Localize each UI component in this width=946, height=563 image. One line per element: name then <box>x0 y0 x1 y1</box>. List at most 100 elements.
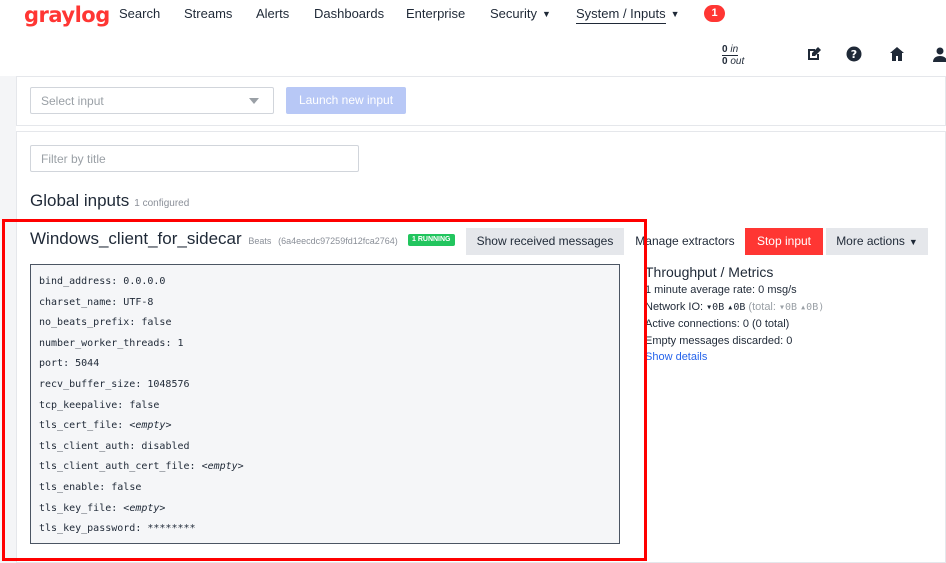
stop-input-button[interactable]: Stop input <box>745 228 823 255</box>
notification-badge[interactable]: 1 <box>704 5 725 22</box>
empty-discarded-value: 0 <box>786 334 793 347</box>
edit-icon[interactable] <box>806 46 822 62</box>
active-connections-label: Active connections: <box>645 318 740 330</box>
running-status-badge: 1 RUNNING <box>408 234 455 246</box>
global-inputs-heading: Global inputs 1 configured <box>30 191 189 211</box>
throughput-metrics: Throughput / Metrics 1 minute average ra… <box>645 264 935 366</box>
network-total-out: 0B) <box>806 301 825 313</box>
input-title: Windows_client_for_sidecar <box>30 229 242 248</box>
active-connections-value: 0 (0 total) <box>742 318 790 330</box>
more-actions-button[interactable]: More actions ▼ <box>826 228 928 255</box>
global-inputs-title: Global inputs <box>30 191 130 210</box>
config-row: tls_key_password: ******** <box>39 523 196 535</box>
config-value: <empty> <box>201 461 244 473</box>
throughput-in-value: 0 <box>722 44 728 55</box>
config-value: 5044 <box>75 358 100 370</box>
network-total-in: 0B <box>785 301 798 313</box>
show-received-messages-button[interactable]: Show received messages <box>466 228 624 255</box>
config-key: charset_name <box>39 296 112 308</box>
caret-down-icon: ▼ <box>541 9 551 19</box>
config-value: false <box>111 481 142 493</box>
network-io-row: Network IO: ▾0B ▴0B (total: ▾0B ▴0B) <box>645 299 935 317</box>
config-key: tls_key_file <box>39 502 112 514</box>
chevron-down-icon <box>249 98 259 104</box>
caret-down-icon: ▼ <box>670 9 680 19</box>
throughput-out-value: 0 <box>722 56 728 67</box>
config-row: bind_address: 0.0.0.0 <box>39 276 166 287</box>
config-value: 1 <box>177 337 184 349</box>
nav-alerts[interactable]: Alerts <box>256 6 289 21</box>
nav-enterprise[interactable]: Enterprise <box>406 6 465 21</box>
nav-system-inputs-label: System / Inputs <box>576 6 666 24</box>
config-key: recv_buffer_size <box>39 378 136 390</box>
config-value: false <box>141 317 172 329</box>
nav-dashboards[interactable]: Dashboards <box>314 6 384 21</box>
input-id: (6a4eecdc97259fd12fca2764) <box>278 236 398 246</box>
throughput-indicator[interactable]: 0 in 0 out <box>722 44 744 67</box>
avg-rate-value: 0 msg/s <box>758 284 797 296</box>
active-connections-row: Active connections: 0 (0 total) <box>645 316 935 333</box>
config-key: tls_client_auth <box>39 440 130 452</box>
more-actions-label: More actions <box>836 234 905 248</box>
metrics-title: Throughput / Metrics <box>645 264 774 280</box>
input-heading: Windows_client_for_sidecar Beats (6a4eec… <box>30 229 398 249</box>
config-row: tls_key_file: <empty> <box>39 502 166 514</box>
config-value: disabled <box>141 440 190 452</box>
config-value: UTF-8 <box>123 296 154 308</box>
network-io-label: Network IO: <box>645 300 704 313</box>
manage-extractors-button[interactable]: Manage extractors <box>628 228 742 255</box>
config-value: false <box>129 399 160 411</box>
network-total-label: (total: <box>748 300 776 313</box>
select-input-dropdown[interactable]: Select input <box>30 87 274 114</box>
config-value: 0.0.0.0 <box>123 276 166 287</box>
config-row: tls_client_auth: disabled <box>39 440 190 452</box>
page-gutter <box>0 76 16 563</box>
nav-search[interactable]: Search <box>119 6 160 21</box>
input-type: Beats <box>248 236 272 246</box>
graylog-logo[interactable]: graylog <box>24 3 110 27</box>
config-row: tls_client_auth_cert_file: <empty> <box>39 461 244 473</box>
avg-rate-row: 1 minute average rate: 0 msg/s <box>645 282 935 299</box>
config-key: bind_address <box>39 276 112 287</box>
filter-by-title-input[interactable]: Filter by title <box>30 145 359 172</box>
config-value: ******** <box>147 523 196 535</box>
config-key: number_worker_threads <box>39 337 166 349</box>
config-key: no_beats_prefix <box>39 317 130 329</box>
empty-discarded-label: Empty messages discarded: <box>645 334 784 347</box>
caret-down-icon: ▼ <box>908 237 918 247</box>
home-icon[interactable] <box>889 46 905 62</box>
select-input-placeholder: Select input <box>41 94 104 108</box>
config-row: port: 5044 <box>39 358 100 370</box>
config-row: number_worker_threads: 1 <box>39 337 184 349</box>
config-value: <empty> <box>129 420 172 432</box>
config-row: tcp_keepalive: false <box>39 399 160 411</box>
config-key: tls_client_auth_cert_file <box>39 461 190 473</box>
config-row: charset_name: UTF-8 <box>39 296 154 308</box>
config-row: tls_cert_file: <empty> <box>39 420 172 432</box>
nav-streams[interactable]: Streams <box>184 6 232 21</box>
svg-text:?: ? <box>851 48 857 61</box>
config-value: <empty> <box>123 502 166 514</box>
launch-new-input-button[interactable]: Launch new input <box>286 87 406 114</box>
config-key: tls_key_password <box>39 523 136 535</box>
config-row: recv_buffer_size: 1048576 <box>39 378 190 390</box>
top-navbar: graylog Search Streams Alerts Dashboards… <box>0 0 946 30</box>
nav-system-inputs[interactable]: System / Inputs ▼ <box>576 6 680 24</box>
config-key: port <box>39 358 64 370</box>
user-icon[interactable] <box>932 46 946 62</box>
nav-security-label: Security <box>490 6 537 21</box>
configured-count: 1 configured <box>134 198 190 209</box>
config-row: no_beats_prefix: false <box>39 317 172 329</box>
config-key: tcp_keepalive <box>39 399 118 411</box>
config-key: tls_enable <box>39 481 100 493</box>
help-icon[interactable]: ? <box>846 46 862 62</box>
show-details-link[interactable]: Show details <box>645 349 935 366</box>
empty-discarded-row: Empty messages discarded: 0 <box>645 333 935 350</box>
network-out-value: 0B <box>733 301 746 313</box>
avg-rate-label: 1 minute average rate: <box>645 284 756 296</box>
nav-security[interactable]: Security ▼ <box>490 6 551 21</box>
network-in-value: 0B <box>712 301 725 313</box>
input-configuration: bind_address: 0.0.0.0 charset_name: UTF-… <box>30 264 620 544</box>
config-key: tls_cert_file <box>39 420 118 432</box>
throughput-out-label: out <box>730 56 745 67</box>
